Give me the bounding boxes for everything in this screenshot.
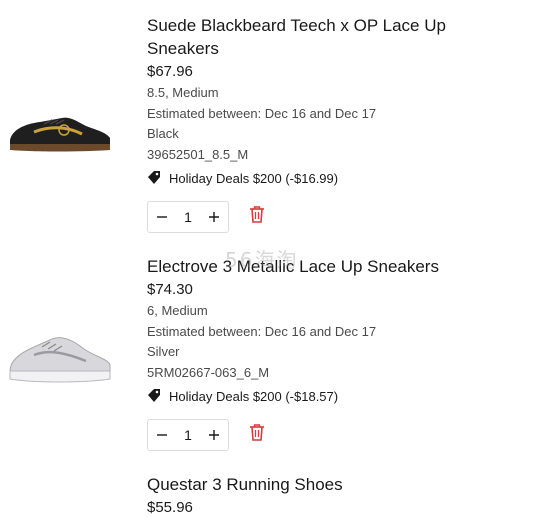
product-name[interactable]: Questar 3 Running Shoes bbox=[147, 473, 514, 496]
quantity-value[interactable]: 1 bbox=[184, 427, 192, 443]
quantity-row: 1 bbox=[147, 419, 514, 451]
promo-line: Holiday Deals $200 (-$16.99) bbox=[147, 169, 514, 187]
plus-icon[interactable] bbox=[207, 210, 221, 224]
product-price: $55.96 bbox=[147, 499, 193, 516]
product-sku: 5RM02667-063_6_M bbox=[147, 364, 270, 380]
product-size: 6, Medium bbox=[147, 303, 208, 318]
product-name[interactable]: Electrove 3 Metallic Lace Up Sneakers bbox=[147, 255, 514, 278]
minus-icon[interactable] bbox=[155, 210, 169, 224]
tag-icon bbox=[148, 389, 160, 402]
quantity-stepper[interactable]: 1 bbox=[147, 419, 229, 451]
product-name[interactable]: Suede Blackbeard Teech x OP Lace Up Snea… bbox=[147, 14, 514, 60]
minus-icon[interactable] bbox=[155, 428, 169, 442]
promo-text: Holiday Deals $200 (-$18.57) bbox=[169, 388, 339, 404]
product-sku: 39652501_8.5_M bbox=[147, 146, 249, 162]
watermark: 56海淘 bbox=[225, 248, 299, 272]
product-image-silver-sneaker[interactable] bbox=[4, 325, 114, 385]
tag-icon bbox=[148, 171, 160, 184]
quantity-row: 1 bbox=[147, 201, 514, 233]
trash-icon[interactable] bbox=[249, 205, 265, 223]
quantity-stepper[interactable]: 1 bbox=[147, 201, 229, 233]
product-color: Black bbox=[147, 126, 179, 141]
promo-text: Holiday Deals $200 (-$16.99) bbox=[169, 170, 339, 186]
quantity-value[interactable]: 1 bbox=[184, 209, 192, 225]
product-size: 8.5, Medium bbox=[147, 85, 219, 100]
product-color: Silver bbox=[147, 344, 180, 359]
trash-icon[interactable] bbox=[249, 423, 265, 441]
delivery-estimate: Estimated between: Dec 16 and Dec 17 bbox=[147, 105, 377, 121]
product-price: $74.30 bbox=[147, 281, 193, 298]
product-image-black-sneaker[interactable] bbox=[4, 100, 114, 160]
product-price: $67.96 bbox=[147, 63, 193, 80]
delivery-estimate: Estimated between: Dec 16 and Dec 17 bbox=[147, 323, 377, 339]
promo-line: Holiday Deals $200 (-$18.57) bbox=[147, 387, 514, 405]
plus-icon[interactable] bbox=[207, 428, 221, 442]
